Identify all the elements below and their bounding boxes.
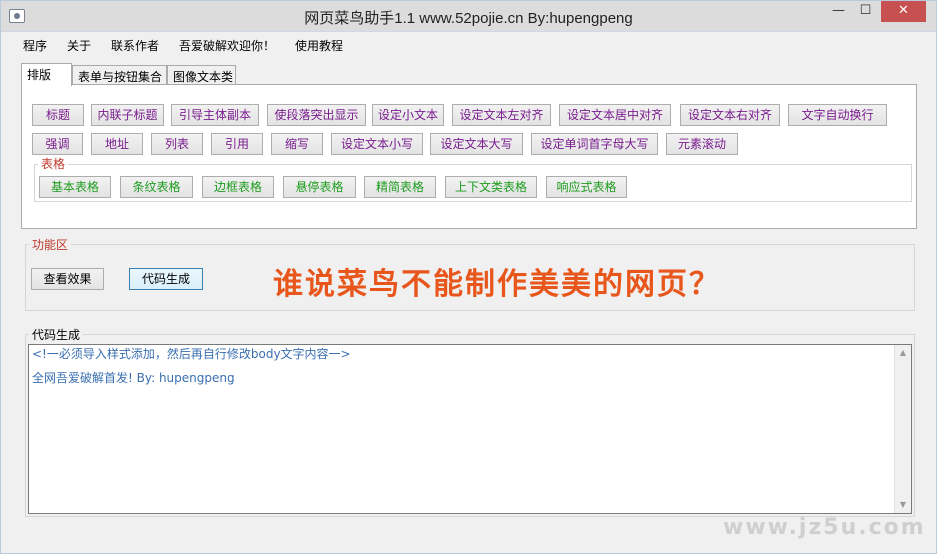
abbreviation-button[interactable]: 缩写 [271,133,323,155]
main-window: 网页菜鸟助手1.1 www.52pojie.cn By:hupengpeng —… [0,0,937,554]
minimize-button[interactable]: — [825,1,852,22]
code-line-credit: 全网吾爱破解首发! By: hupengpeng [32,371,235,385]
menu-tutorial[interactable]: 使用教程 [295,37,343,54]
address-button[interactable]: 地址 [91,133,143,155]
tab-image-text[interactable]: 图像文本类 [167,65,236,85]
capitalize-button[interactable]: 设定单词首字母大写 [531,133,658,155]
responsive-table-button[interactable]: 响应式表格 [546,176,627,198]
emphasis-button[interactable]: 强调 [32,133,83,155]
highlight-paragraph-button[interactable]: 使段落突出显示 [267,104,366,126]
vertical-scrollbar[interactable]: ▲ ▼ [894,345,911,513]
striped-table-button[interactable]: 条纹表格 [120,176,193,198]
code-line-comment: <!一必须导入样式添加，然后再自行修改body文字内容一> [32,347,351,361]
text-align-right-button[interactable]: 设定文本右对齐 [680,104,780,126]
text-align-center-button[interactable]: 设定文本居中对齐 [559,104,671,126]
lowercase-button[interactable]: 设定文本小写 [331,133,423,155]
menu-bar: 程序 关于 联系作者 吾爱破解欢迎你！ 使用教程 [1,33,936,55]
small-text-button[interactable]: 设定小文本 [372,104,444,126]
menu-about[interactable]: 关于 [67,37,91,54]
code-output-label: 代码生成 [29,326,84,343]
scroll-up-arrow-icon[interactable]: ▲ [895,345,911,361]
scroll-down-arrow-icon[interactable]: ▼ [895,497,911,513]
menu-welcome[interactable]: 吾爱破解欢迎你！ [179,37,275,54]
list-button[interactable]: 列表 [151,133,203,155]
maximize-button[interactable]: ☐ [852,1,879,22]
code-output-textarea[interactable]: <!一必须导入样式添加，然后再自行修改body文字内容一> 全网吾爱破解首发! … [28,344,912,514]
watermark: www.jz5u.com [723,515,926,540]
contextual-table-button[interactable]: 上下文类表格 [445,176,537,198]
table-group-label: 表格 [38,155,69,172]
function-area-label: 功能区 [29,236,72,253]
close-button[interactable]: ✕ [881,1,926,22]
menu-contact-author[interactable]: 联系作者 [111,37,159,54]
text-wrap-button[interactable]: 文字自动换行 [788,104,887,126]
marquee-button[interactable]: 元素滚动 [666,133,738,155]
menu-program[interactable]: 程序 [23,37,47,54]
uppercase-button[interactable]: 设定文本大写 [430,133,523,155]
hover-table-button[interactable]: 悬停表格 [283,176,356,198]
preview-button[interactable]: 查看效果 [31,268,104,290]
tab-layout[interactable]: 排版 [21,63,72,86]
title-bar: 网页菜鸟助手1.1 www.52pojie.cn By:hupengpeng —… [1,1,936,32]
text-align-left-button[interactable]: 设定文本左对齐 [452,104,551,126]
slogan-text: 谁说菜鸟不能制作美美的网页？ [273,267,721,302]
quote-button[interactable]: 引用 [211,133,263,155]
lead-body-copy-button[interactable]: 引导主体副本 [171,104,259,126]
bordered-table-button[interactable]: 边框表格 [202,176,274,198]
condensed-table-button[interactable]: 精简表格 [364,176,436,198]
basic-table-button[interactable]: 基本表格 [39,176,111,198]
generate-code-button[interactable]: 代码生成 [129,268,203,290]
inline-subheading-button[interactable]: 内联子标题 [91,104,164,126]
heading-button[interactable]: 标题 [32,104,84,126]
window-title: 网页菜鸟助手1.1 www.52pojie.cn By:hupengpeng [304,10,633,27]
tab-forms-buttons[interactable]: 表单与按钮集合 [72,65,167,85]
